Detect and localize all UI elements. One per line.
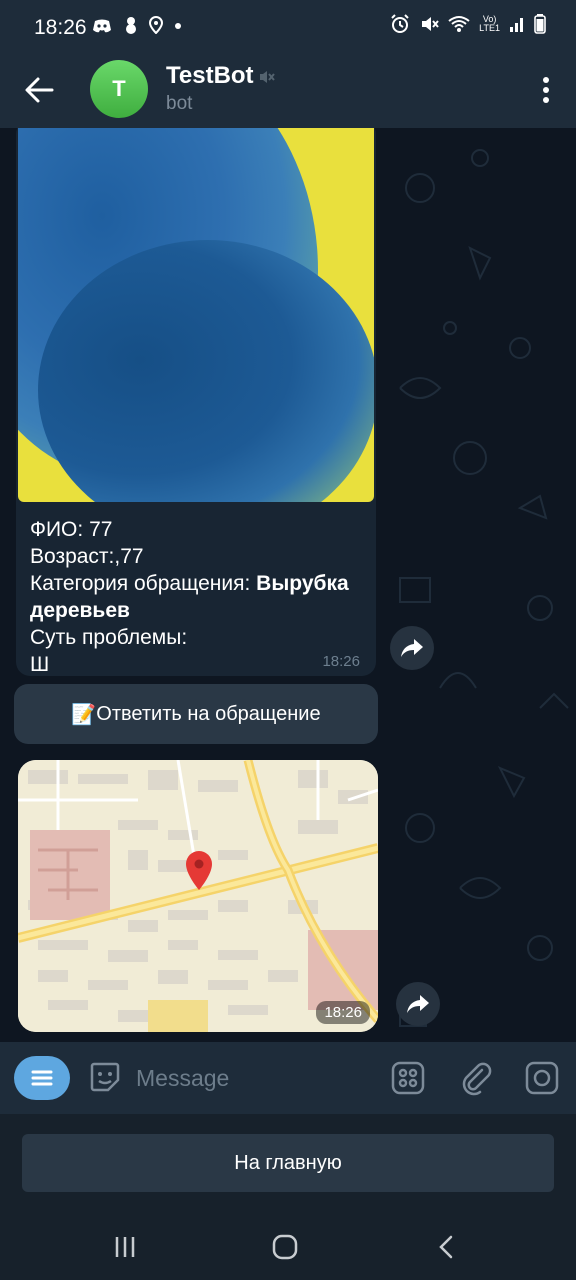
- chat-subtitle: bot: [166, 93, 193, 114]
- message-caption: ФИО: 77 Возраст:,77 Категория обращения:…: [30, 518, 349, 676]
- map-image: [18, 760, 378, 1032]
- dot-icon: [175, 23, 182, 29]
- hamburger-icon: [31, 1070, 53, 1086]
- memo-icon: 📝: [71, 703, 97, 726]
- share-button-map[interactable]: [396, 982, 440, 1026]
- message-input-bar: [0, 1042, 576, 1114]
- status-time: 18:26: [34, 16, 87, 39]
- home-icon[interactable]: [272, 1234, 298, 1260]
- chat-title[interactable]: TestBot: [166, 62, 254, 90]
- snowman-icon: [125, 17, 136, 34]
- share-arrow-icon: [407, 995, 429, 1013]
- battery-icon: [534, 14, 546, 34]
- chat-area[interactable]: ФИО: 77 Возраст:,77 Категория обращения:…: [0, 128, 576, 1042]
- map-message-time: 18:26: [316, 1001, 370, 1024]
- system-nav-bar: [0, 1214, 576, 1280]
- share-button[interactable]: [390, 626, 434, 670]
- mute-icon: [422, 17, 439, 31]
- status-bar: 18:26 Vo) LTE1: [0, 0, 576, 56]
- location-icon: [149, 15, 164, 35]
- camera-icon[interactable]: [524, 1060, 560, 1096]
- location-map-message[interactable]: 18:26: [18, 760, 378, 1032]
- alarm-icon: [391, 14, 409, 33]
- message-input[interactable]: [136, 1062, 366, 1094]
- signal-icon: [510, 18, 523, 32]
- back-nav-icon[interactable]: [434, 1234, 460, 1260]
- avatar[interactable]: T: [90, 60, 148, 118]
- reply-to-request-button[interactable]: 📝 Ответить на обращение: [14, 684, 378, 744]
- message-time: 18:26: [322, 653, 360, 670]
- wifi-icon: [448, 16, 470, 32]
- chat-header: T TestBot bot: [0, 56, 576, 128]
- sticker-emoji-icon[interactable]: [88, 1060, 122, 1094]
- more-vert-icon[interactable]: [540, 74, 552, 106]
- reply-keyboard: На главную: [0, 1114, 576, 1214]
- muted-icon: [260, 71, 275, 83]
- bot-menu-button[interactable]: [14, 1056, 70, 1100]
- photo-message-bubble[interactable]: ФИО: 77 Возраст:,77 Категория обращения:…: [16, 128, 376, 676]
- discord-icon: [93, 19, 111, 33]
- volte-icon: Vo) LTE1: [479, 14, 500, 33]
- bot-keyboard-icon[interactable]: [390, 1060, 426, 1096]
- message-photo[interactable]: [18, 128, 374, 502]
- status-right-icons: Vo) LTE1: [390, 14, 546, 34]
- attach-icon[interactable]: [458, 1060, 494, 1096]
- home-keyboard-button[interactable]: На главную: [22, 1134, 554, 1192]
- back-arrow-icon[interactable]: [22, 70, 56, 110]
- status-left-icons: [92, 15, 182, 39]
- inline-button-label: Ответить на обращение: [96, 702, 321, 725]
- share-arrow-icon: [401, 639, 423, 657]
- recents-icon[interactable]: [112, 1234, 138, 1260]
